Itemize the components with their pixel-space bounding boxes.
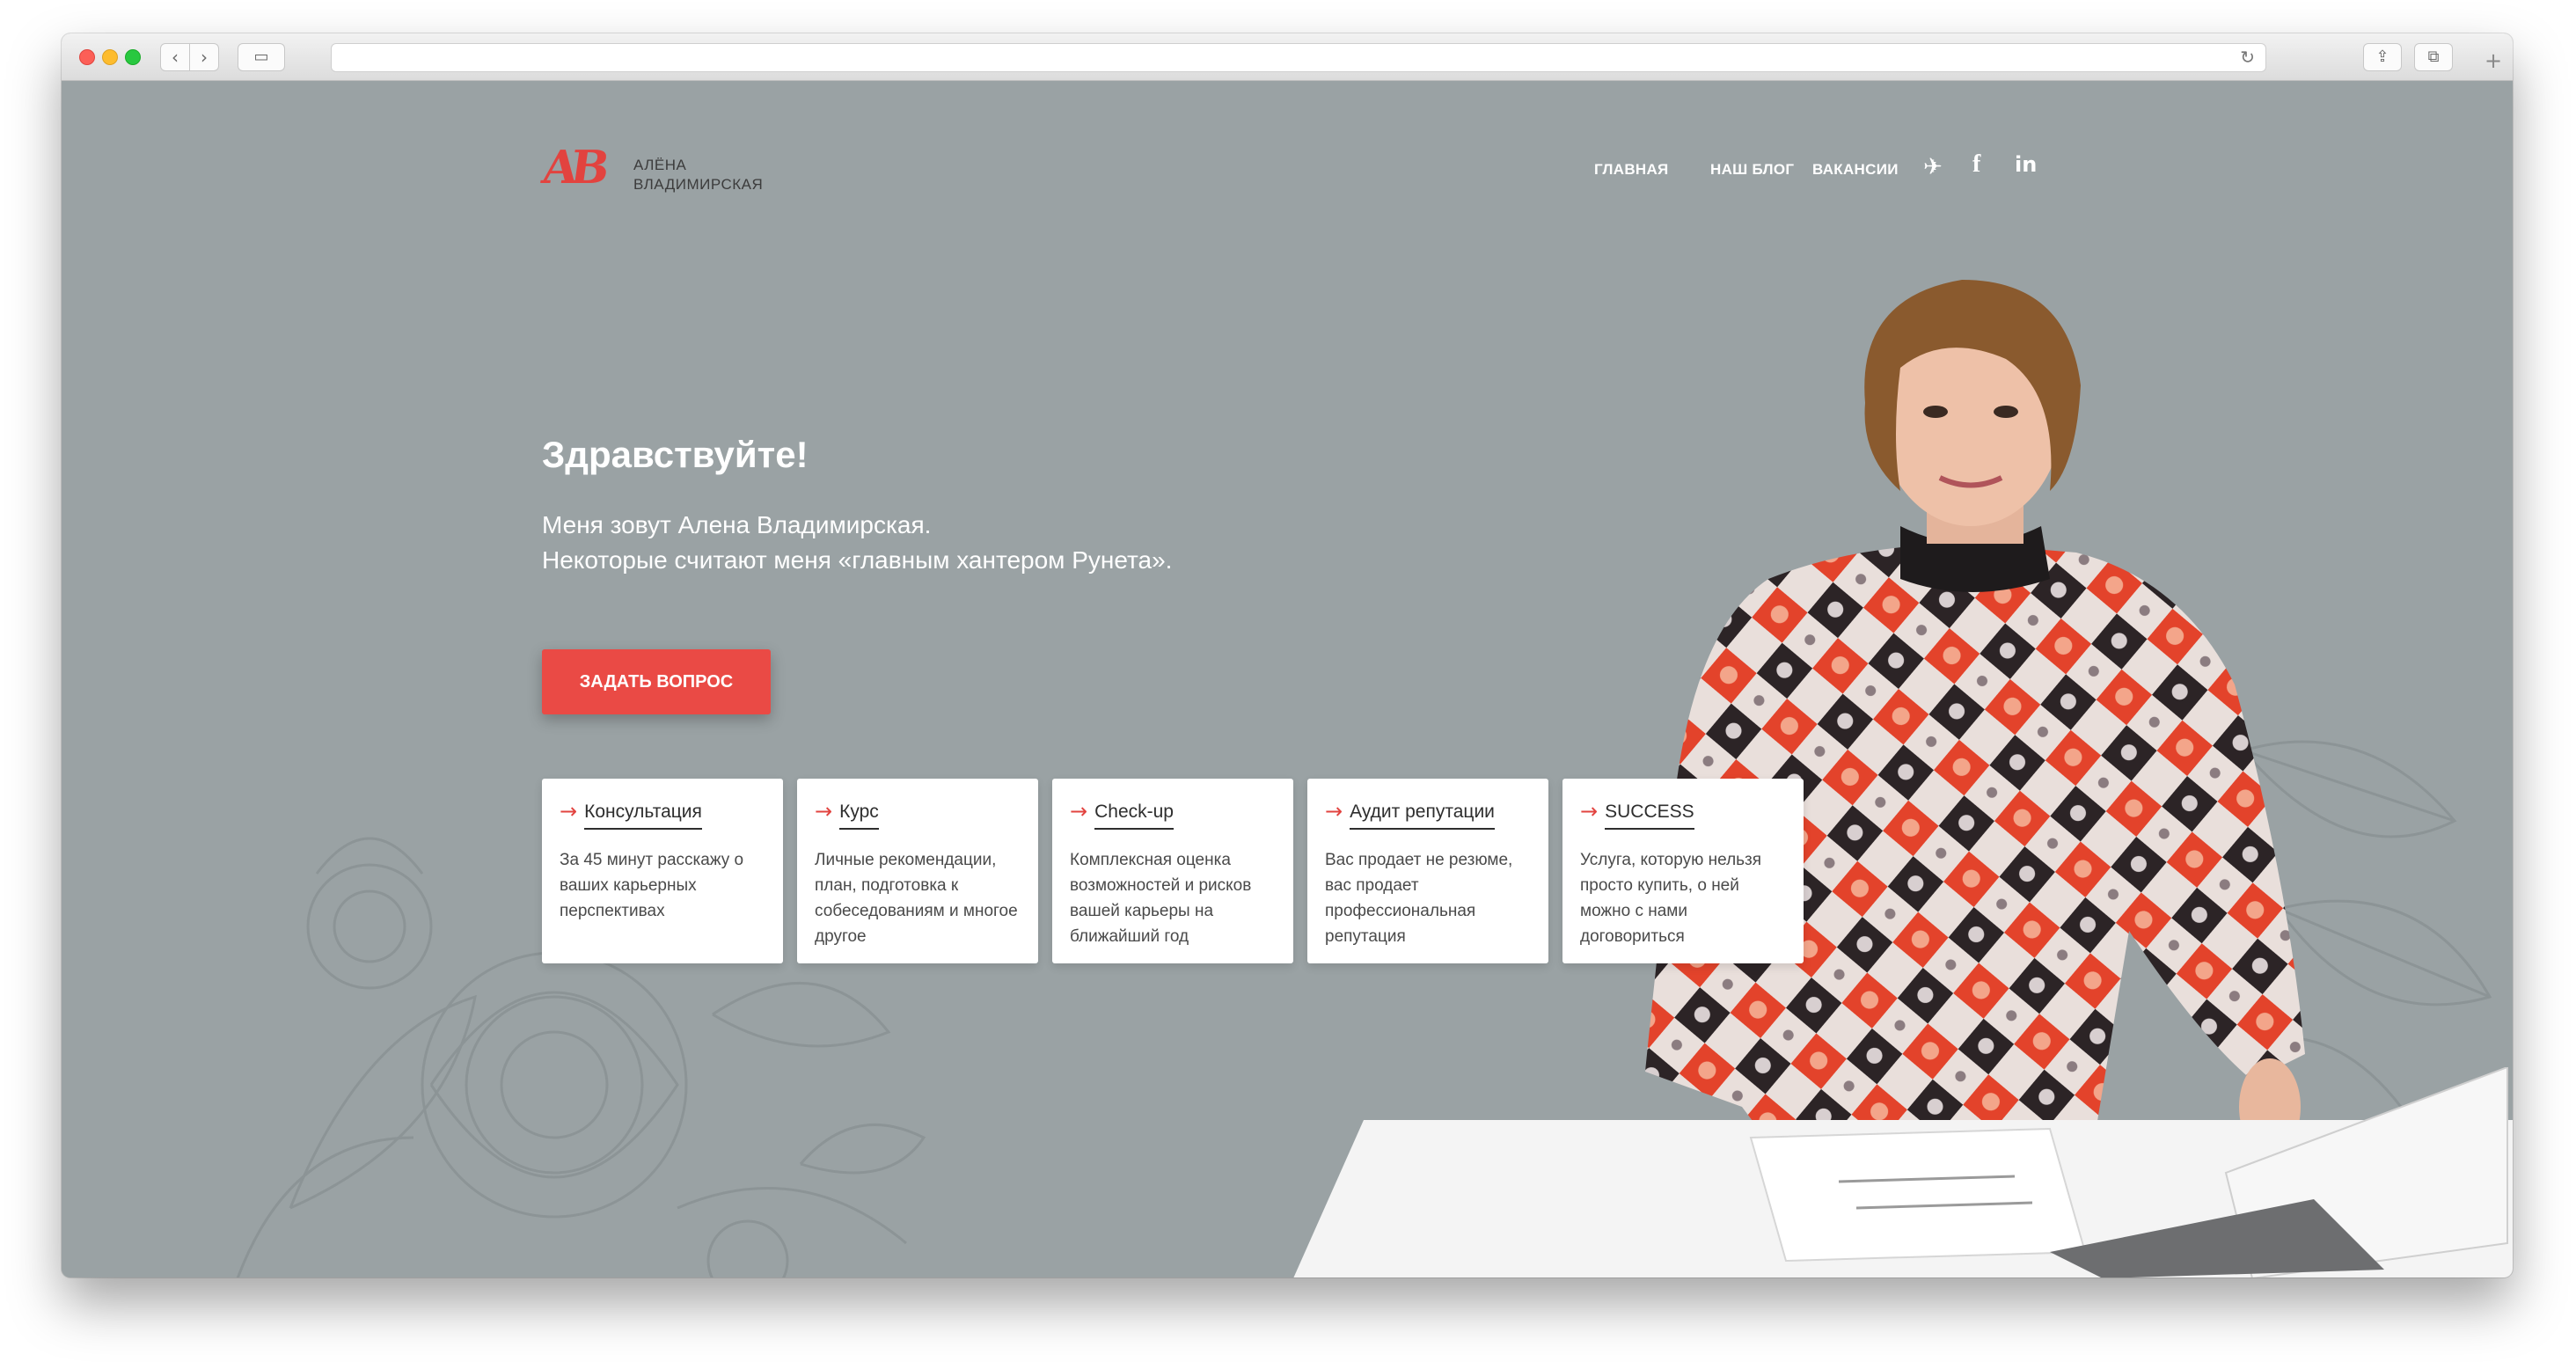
new-tab-button[interactable]: + [2476, 48, 2511, 81]
card-title[interactable]: Check-up [1094, 802, 1174, 830]
service-card-reputation-audit[interactable]: → Аудит репутации Вас продает не резюме,… [1307, 779, 1548, 963]
address-bar[interactable]: ↻ [331, 43, 2266, 72]
laptop-decoration [2050, 1067, 2508, 1277]
linkedin-icon[interactable]: in [2015, 152, 2037, 177]
card-header: → Аудит репутации [1325, 799, 1495, 833]
logo-first-name: АЛЁНА [633, 157, 687, 173]
logo-last-name: ВЛАДИМИРСКАЯ [633, 176, 764, 193]
card-header: → Check-up [1070, 799, 1174, 833]
card-title[interactable]: Курс [839, 802, 879, 830]
service-card-success[interactable]: → SUCCESS Услуга, которую нельзя просто … [1562, 779, 1804, 963]
chevron-left-icon: ‹ [172, 47, 179, 68]
plus-icon: + [2484, 48, 2503, 73]
site-logo[interactable]: АВ АЛЁНА ВЛАДИМИРСКАЯ [538, 141, 788, 196]
nav-link-jobs[interactable]: ВАКАНСИИ [1812, 161, 1899, 179]
nav-link-home[interactable]: ГЛАВНАЯ [1594, 161, 1669, 179]
service-card-checkup[interactable]: → Check-up Комплексная оценка возможност… [1052, 779, 1293, 963]
arrow-right-icon: → [1325, 799, 1343, 824]
card-title[interactable]: SUCCESS [1605, 802, 1694, 830]
hero-tagline: Некоторые считают меня «главным хантером… [542, 546, 1173, 574]
card-description: Комплексная оценка возможностей и рисков… [1070, 851, 1252, 946]
window-maximize-button[interactable] [125, 49, 141, 65]
share-icon: ⇪ [2375, 48, 2389, 66]
facebook-icon[interactable]: f [1972, 150, 1980, 179]
share-button[interactable]: ⇪ [2363, 43, 2402, 71]
web-page: АВ АЛЁНА ВЛАДИМИРСКАЯ ГЛАВНАЯ НАШ БЛОГ В… [62, 82, 2513, 1277]
service-card-course[interactable]: → Курс Личные рекомендации, план, подгот… [797, 779, 1038, 963]
telegram-icon[interactable]: ✈ [1923, 154, 1943, 180]
chevron-right-icon: › [201, 47, 208, 68]
tab-overview-button[interactable]: ⧉ [2414, 43, 2453, 71]
sidebar-icon: ▭ [253, 48, 269, 66]
back-button[interactable]: ‹ [160, 43, 190, 71]
tabs-icon: ⧉ [2427, 48, 2440, 66]
logo-mark: АВ [538, 141, 604, 194]
ask-question-button[interactable]: ЗАДАТЬ ВОПРОС [542, 649, 771, 714]
forward-button[interactable]: › [189, 43, 219, 71]
hero-title: Здравствуйте! [542, 434, 809, 475]
card-header: → Консультация [560, 799, 702, 833]
browser-toolbar: ‹ › ▭ ↻ ⇪ ⧉ + [62, 33, 2513, 81]
sidebar-toggle-button[interactable]: ▭ [238, 43, 285, 71]
card-description: Личные рекомендации, план, подготовка к … [815, 851, 1018, 946]
arrow-right-icon: → [560, 799, 578, 824]
card-description: За 45 минут расскажу о ваших карьерных п… [560, 851, 744, 920]
card-description: Вас продает не резюме, вас продает профе… [1325, 851, 1513, 946]
arrow-right-icon: → [1580, 799, 1599, 824]
card-header: → Курс [815, 799, 879, 833]
card-title[interactable]: Аудит репутации [1350, 802, 1495, 830]
card-header: → SUCCESS [1580, 799, 1694, 833]
browser-window: ‹ › ▭ ↻ ⇪ ⧉ + АВ АЛЁНА ВЛАДИМИРСКАЯ ГЛАВ… [62, 33, 2513, 1277]
card-description: Услуга, которую нельзя просто купить, о … [1580, 851, 1762, 946]
window-minimize-button[interactable] [102, 49, 118, 65]
arrow-right-icon: → [1070, 799, 1088, 824]
window-close-button[interactable] [79, 49, 95, 65]
service-card-consultation[interactable]: → Консультация За 45 минут расскажу о ва… [542, 779, 783, 963]
card-title[interactable]: Консультация [584, 802, 702, 830]
arrow-right-icon: → [815, 799, 833, 824]
hero-intro-line: Меня зовут Алена Владимирская. [542, 511, 932, 538]
nav-link-blog[interactable]: НАШ БЛОГ [1710, 161, 1794, 179]
reload-icon[interactable]: ↻ [2240, 47, 2255, 68]
